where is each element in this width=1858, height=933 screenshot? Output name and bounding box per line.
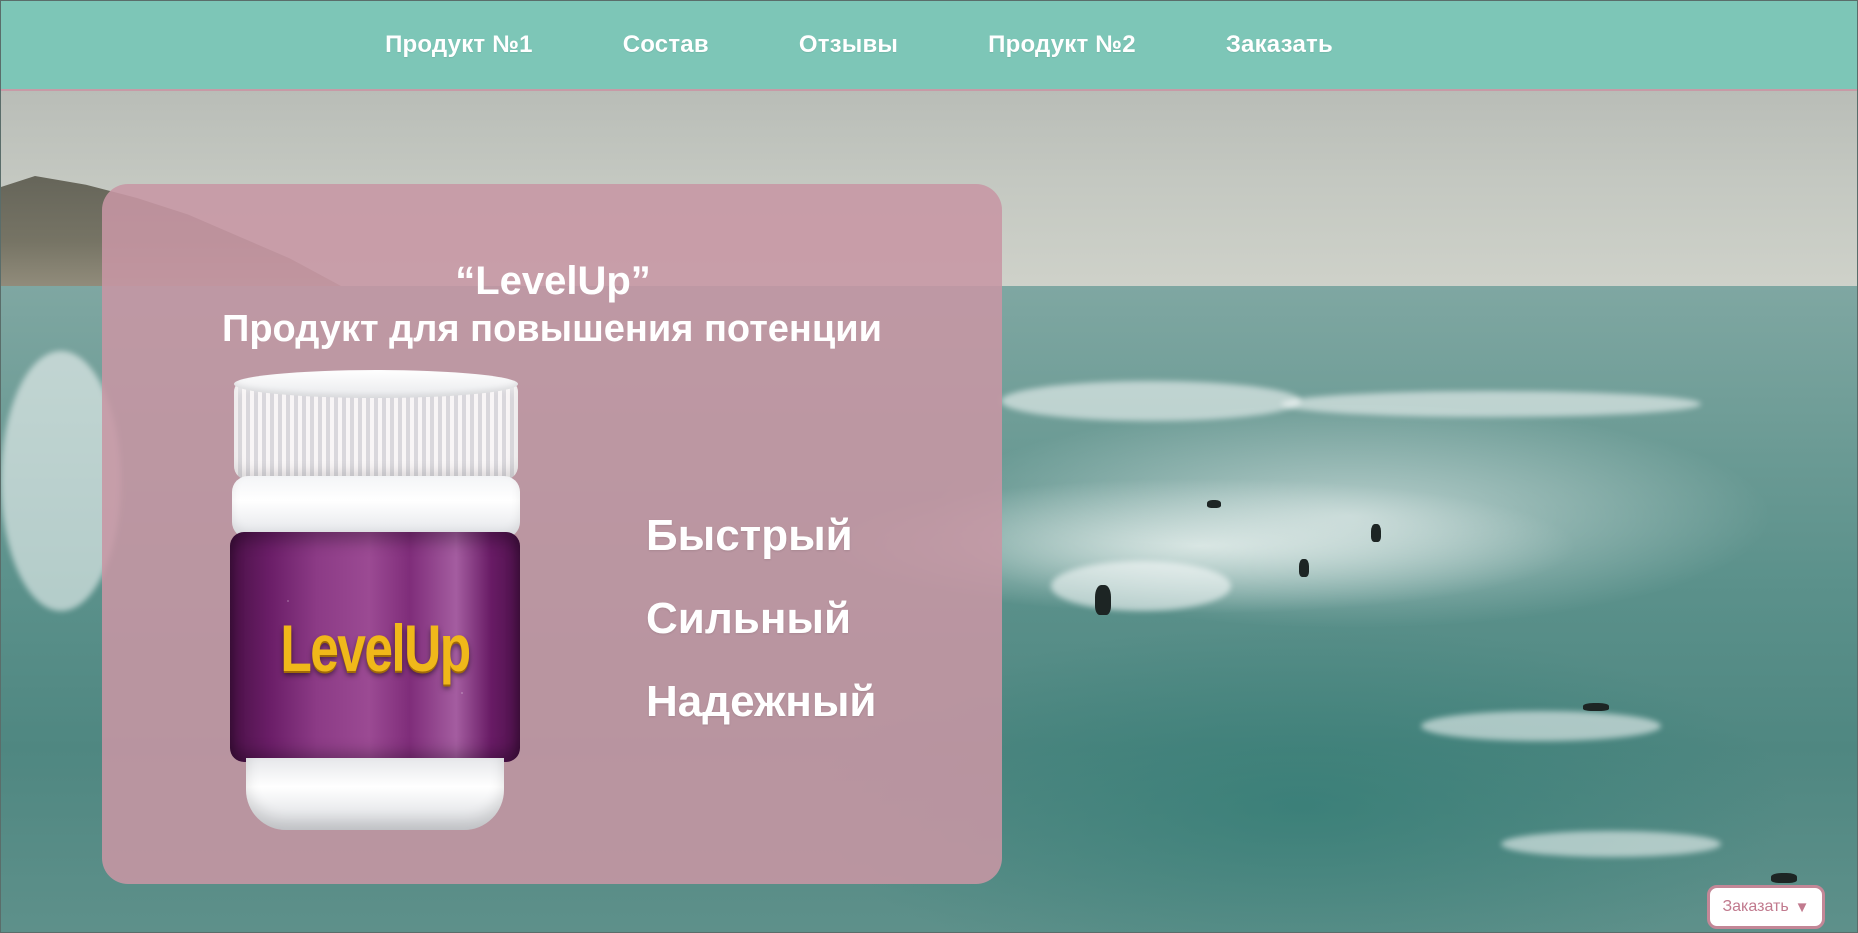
- card-heading: “LevelUp” Продукт для повышения потенции: [102, 257, 1002, 353]
- page: Продукт №1 Состав Отзывы Продукт №2 Зака…: [0, 0, 1858, 933]
- wave-foam: [1501, 831, 1721, 857]
- feature-list: Быстрый Сильный Надежный: [646, 494, 876, 743]
- wave-foam: [1051, 561, 1231, 611]
- jar-label-logo: LevelUp: [280, 611, 471, 685]
- jar-cap: [234, 370, 518, 480]
- nav-list: Продукт №1 Состав Отзывы Продукт №2 Зака…: [340, 31, 1378, 59]
- wave-foam: [1281, 391, 1701, 417]
- nav-item-product-2[interactable]: Продукт №2: [943, 31, 1181, 59]
- jar-label: LevelUp: [230, 532, 520, 762]
- jar-cap-top: [234, 370, 518, 398]
- jar-bottom: [246, 758, 504, 830]
- feature-item: Надежный: [646, 677, 877, 726]
- feature-item: Быстрый: [646, 511, 853, 560]
- surfer-figure: [1371, 524, 1381, 542]
- surfer-figure: [1095, 585, 1111, 615]
- nav-item-product-1[interactable]: Продукт №1: [340, 31, 578, 59]
- jar-neck: [232, 476, 520, 538]
- nav-item-order[interactable]: Заказать: [1181, 31, 1378, 59]
- floating-order-button[interactable]: Заказать ▼: [1707, 885, 1825, 929]
- product-card: “LevelUp” Продукт для повышения потенции…: [102, 184, 1002, 884]
- surfer-figure: [1299, 559, 1309, 577]
- nav-item-reviews[interactable]: Отзывы: [754, 31, 943, 59]
- surfer-figure: [1207, 500, 1221, 508]
- brand-title: “LevelUp”: [455, 259, 651, 304]
- product-jar-image: LevelUp: [230, 370, 520, 830]
- product-subtitle: Продукт для повышения потенции: [222, 308, 882, 351]
- top-navbar: Продукт №1 Состав Отзывы Продукт №2 Зака…: [1, 1, 1857, 91]
- wave-foam: [1001, 381, 1301, 421]
- feature-item: Сильный: [646, 594, 852, 643]
- surfer-figure: [1771, 873, 1797, 883]
- caret-down-icon: ▼: [1794, 898, 1810, 916]
- surfer-figure: [1583, 703, 1609, 711]
- wave-foam: [1421, 711, 1661, 741]
- nav-item-composition[interactable]: Состав: [578, 31, 754, 59]
- floating-order-label: Заказать: [1722, 898, 1789, 915]
